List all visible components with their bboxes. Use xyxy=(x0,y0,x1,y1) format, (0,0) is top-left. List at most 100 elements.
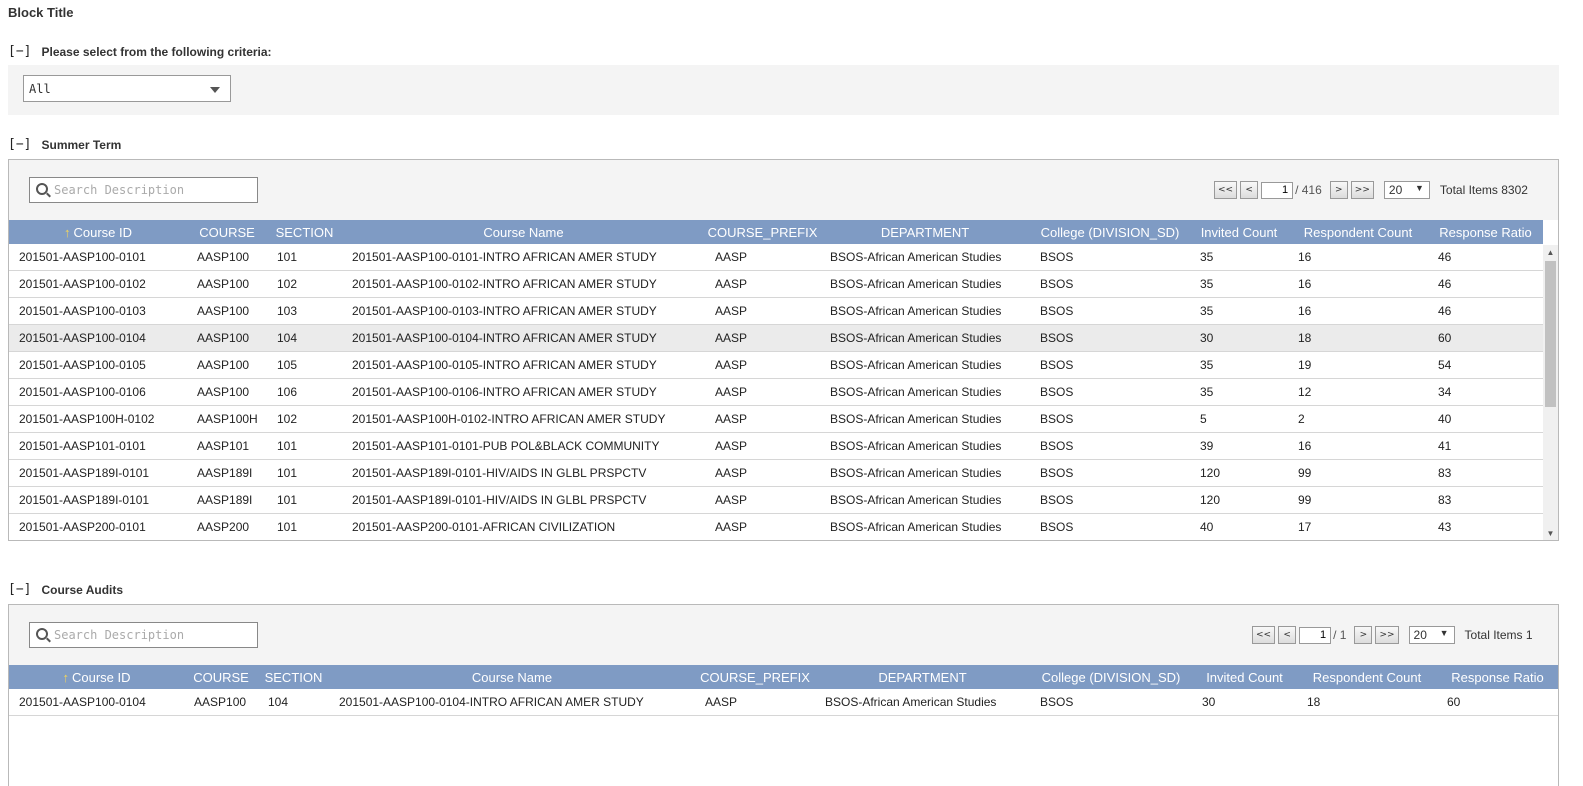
sort-ascending-icon: ↑ xyxy=(63,224,71,240)
cell-section: 105 xyxy=(267,351,342,379)
cell-invited-count: 35 xyxy=(1190,270,1288,298)
course-audits-collapse-toggle[interactable]: [−] xyxy=(8,582,31,597)
course-audits-table: ↑ Course ID COURSE SECTION Course Name CO… xyxy=(9,665,1558,716)
column-header-course-name[interactable]: Course Name xyxy=(329,665,695,689)
cell-response-ratio: 40 xyxy=(1428,405,1543,433)
cell-course-prefix: AASP xyxy=(705,270,820,298)
column-header-respondent-count[interactable]: Respondent Count xyxy=(1297,665,1437,689)
cell-invited-count: 35 xyxy=(1190,378,1288,406)
criteria-select[interactable]: All xyxy=(23,75,231,102)
page-size-select[interactable]: 20 ▼ xyxy=(1408,626,1455,644)
block-title: Block Title xyxy=(8,5,74,20)
cell-respondent-count: 12 xyxy=(1288,378,1428,406)
grid-toolbar: << < / 416 > >> 20 ▼ Total Items 8302 xyxy=(9,160,1558,220)
table-row[interactable]: 201501-AASP200-0101 AASP200 101 201501-AASP… xyxy=(9,513,1543,540)
column-header-invited-count[interactable]: Invited Count xyxy=(1190,220,1288,244)
criteria-collapse-toggle[interactable]: [−] xyxy=(8,44,31,59)
table-row[interactable]: 201501-AASP100-0102 AASP100 102 201501-AASP… xyxy=(9,270,1543,298)
vertical-scrollbar[interactable]: ▲ ▼ xyxy=(1543,245,1558,540)
column-header-course-prefix[interactable]: COURSE_PREFIX xyxy=(695,665,815,689)
table-row[interactable]: 201501-AASP100-0106 AASP100 106 201501-AASP… xyxy=(9,378,1543,406)
search-input[interactable] xyxy=(54,181,252,199)
cell-course-name: 201501-AASP100-0104-INTRO AFRICAN AMER S… xyxy=(342,324,705,352)
pager: << < / 416 > >> 20 ▼ Total Items 8302 xyxy=(1214,180,1528,200)
cell-course-id: 201501-AASP200-0101 xyxy=(9,513,187,540)
table-row[interactable]: 201501-AASP100H-0102 AASP100H 102 201501-AA… xyxy=(9,405,1543,433)
column-header-department[interactable]: DEPARTMENT xyxy=(815,665,1030,689)
search-box[interactable] xyxy=(29,177,258,203)
column-header-department[interactable]: DEPARTMENT xyxy=(820,220,1030,244)
cell-respondent-count: 16 xyxy=(1288,270,1428,298)
cell-respondent-count: 18 xyxy=(1297,689,1437,716)
table-row[interactable]: 201501-AASP100-0104 AASP100 104 201501-AASP… xyxy=(9,689,1558,716)
table-row[interactable]: 201501-AASP100-0101 AASP100 101 201501-AASP… xyxy=(9,244,1543,271)
first-page-button[interactable]: << xyxy=(1214,181,1238,199)
column-header-section[interactable]: SECTION xyxy=(267,220,342,244)
cell-course-prefix: AASP xyxy=(705,513,820,540)
table-row[interactable]: 201501-AASP189I-0101 AASP189I 101 201501-AA… xyxy=(9,486,1543,514)
cell-college: BSOS xyxy=(1030,432,1190,460)
cell-department: BSOS-African American Studies xyxy=(820,324,1030,352)
page-number-input[interactable] xyxy=(1261,181,1294,199)
last-page-button[interactable]: >> xyxy=(1375,626,1399,644)
cell-response-ratio: 46 xyxy=(1428,244,1543,271)
table-row[interactable]: 201501-AASP100-0103 AASP100 103 201501-AASP… xyxy=(9,297,1543,325)
column-header-course-prefix[interactable]: COURSE_PREFIX xyxy=(705,220,820,244)
cell-section: 101 xyxy=(267,244,342,271)
summer-term-header: [−] Summer Term xyxy=(8,137,121,152)
cell-college: BSOS xyxy=(1030,378,1190,406)
column-header-response-ratio[interactable]: Response Ratio xyxy=(1437,665,1558,689)
cell-course-id: 201501-AASP100-0101 xyxy=(9,244,187,271)
column-header-respondent-count[interactable]: Respondent Count xyxy=(1288,220,1428,244)
cell-department: BSOS-African American Studies xyxy=(820,378,1030,406)
cell-section: 101 xyxy=(267,432,342,460)
next-page-button[interactable]: > xyxy=(1329,181,1348,199)
page-size-select[interactable]: 20 ▼ xyxy=(1383,181,1430,199)
column-header-college[interactable]: College (DIVISION_SD) xyxy=(1030,665,1192,689)
summer-term-collapse-toggle[interactable]: [−] xyxy=(8,137,31,152)
prev-page-button[interactable]: < xyxy=(1240,181,1259,199)
column-header-section[interactable]: SECTION xyxy=(258,665,329,689)
cell-department: BSOS-African American Studies xyxy=(820,351,1030,379)
cell-respondent-count: 18 xyxy=(1288,324,1428,352)
cell-course-name: 201501-AASP200-0101-AFRICAN CIVILIZATION xyxy=(342,513,705,540)
column-header-course-id[interactable]: ↑ Course ID xyxy=(9,665,184,689)
table-row[interactable]: 201501-AASP101-0101 AASP101 101 201501-AASP… xyxy=(9,432,1543,460)
cell-course-name: 201501-AASP100-0105-INTRO AFRICAN AMER S… xyxy=(342,351,705,379)
column-header-course-id[interactable]: ↑ Course ID xyxy=(9,220,187,244)
cell-respondent-count: 16 xyxy=(1288,244,1428,271)
next-page-button[interactable]: > xyxy=(1354,626,1373,644)
column-header-course[interactable]: COURSE xyxy=(184,665,258,689)
cell-response-ratio: 60 xyxy=(1428,324,1543,352)
column-header-response-ratio[interactable]: Response Ratio xyxy=(1428,220,1543,244)
table-row[interactable]: 201501-AASP100-0104 AASP100 104 201501-AASP… xyxy=(9,324,1543,352)
cell-course-prefix: AASP xyxy=(705,297,820,325)
table-row[interactable]: 201501-AASP189I-0101 AASP189I 101 201501-AA… xyxy=(9,459,1543,487)
prev-page-button[interactable]: < xyxy=(1278,626,1297,644)
cell-college: BSOS xyxy=(1030,351,1190,379)
cell-course-name: 201501-AASP189I-0101-HIV/AIDS IN GLBL PR… xyxy=(342,459,705,487)
cell-course: AASP100 xyxy=(187,351,267,379)
cell-course-prefix: AASP xyxy=(695,689,815,716)
first-page-button[interactable]: << xyxy=(1252,626,1276,644)
page-size-value: 20 xyxy=(1413,628,1427,642)
scroll-up-icon[interactable]: ▲ xyxy=(1543,245,1558,260)
cell-invited-count: 35 xyxy=(1190,297,1288,325)
cell-response-ratio: 46 xyxy=(1428,270,1543,298)
column-header-college[interactable]: College (DIVISION_SD) xyxy=(1030,220,1190,244)
total-pages-label: / 1 xyxy=(1333,628,1347,642)
scroll-down-icon[interactable]: ▼ xyxy=(1543,526,1558,540)
search-box[interactable] xyxy=(29,622,258,648)
scrollbar-thumb[interactable] xyxy=(1545,261,1556,407)
cell-response-ratio: 83 xyxy=(1428,486,1543,514)
search-icon xyxy=(36,628,48,640)
table-row[interactable]: 201501-AASP100-0105 AASP100 105 201501-AASP… xyxy=(9,351,1543,379)
column-header-course-name[interactable]: Course Name xyxy=(342,220,705,244)
column-header-course[interactable]: COURSE xyxy=(187,220,267,244)
cell-college: BSOS xyxy=(1030,486,1190,514)
search-input[interactable] xyxy=(54,626,252,644)
cell-course: AASP100 xyxy=(187,297,267,325)
last-page-button[interactable]: >> xyxy=(1350,181,1374,199)
column-header-invited-count[interactable]: Invited Count xyxy=(1192,665,1297,689)
page-number-input[interactable] xyxy=(1299,626,1332,644)
